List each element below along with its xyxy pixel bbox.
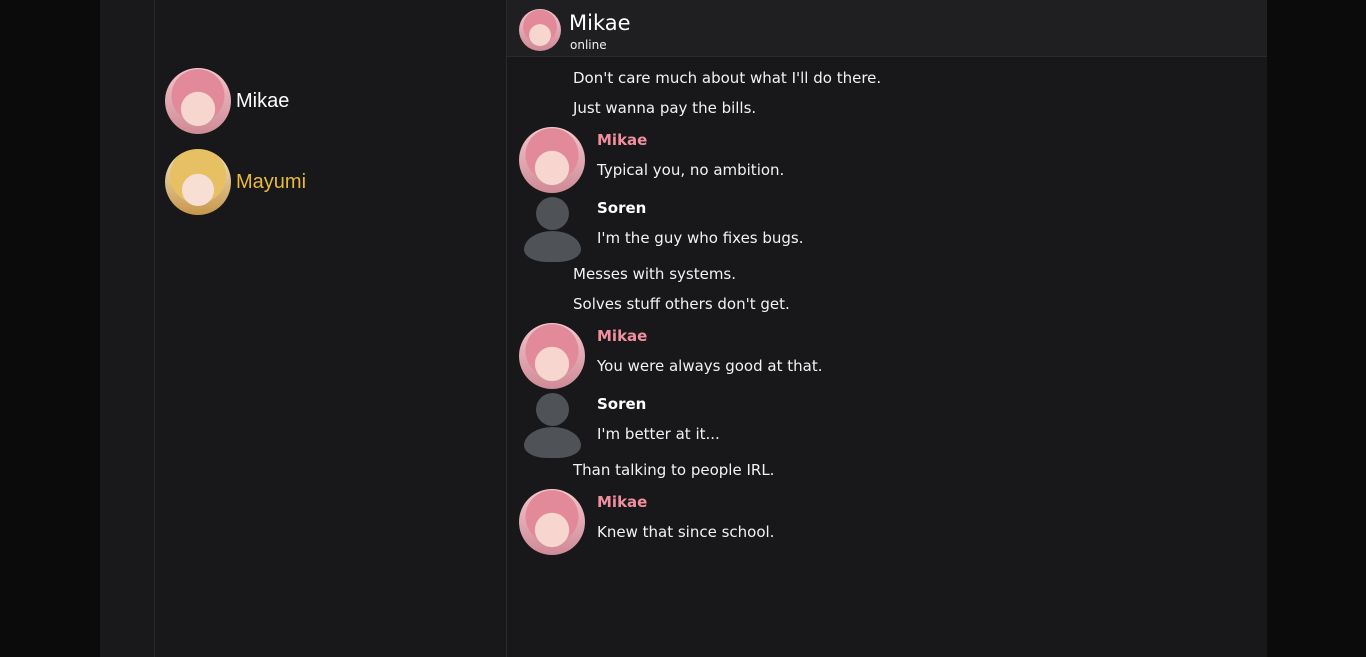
message-sender: Mikae bbox=[597, 493, 648, 511]
message-line: Knew that since school. bbox=[597, 523, 775, 541]
message-line: I'm better at it... bbox=[597, 425, 720, 443]
mikae-avatar[interactable] bbox=[519, 489, 585, 555]
message-line: Don't care much about what I'll do there… bbox=[573, 69, 882, 87]
contact-item-mayumi[interactable]: Mayumi bbox=[165, 148, 465, 216]
status-text: online bbox=[570, 38, 607, 52]
message-line: You were always good at that. bbox=[597, 357, 823, 375]
chat-panel: Mikae online Don't care much about what … bbox=[507, 0, 1267, 657]
contact-name: Mayumi bbox=[236, 170, 307, 193]
mikae-avatar[interactable] bbox=[519, 323, 585, 389]
mikae-avatar[interactable] bbox=[519, 9, 561, 51]
message-sender: Soren bbox=[597, 395, 647, 413]
soren-avatar-icon[interactable] bbox=[519, 391, 585, 458]
mayumi-avatar bbox=[165, 149, 231, 215]
contact-item-mikae[interactable]: Mikae bbox=[165, 67, 465, 135]
right-margin bbox=[1267, 0, 1366, 657]
chat-title: Mikae bbox=[569, 11, 631, 35]
chat-header: Mikae online bbox=[507, 0, 1267, 57]
message-line: Solves stuff others don't get. bbox=[573, 295, 790, 313]
message-sender: Soren bbox=[597, 199, 647, 217]
mikae-avatar bbox=[165, 68, 231, 134]
message-line: Messes with systems. bbox=[573, 265, 737, 283]
message-line: I'm the guy who fixes bugs. bbox=[597, 229, 804, 247]
message-line: Just wanna pay the bills. bbox=[573, 99, 757, 117]
message-line: Than talking to people IRL. bbox=[573, 461, 775, 479]
mikae-avatar[interactable] bbox=[519, 127, 585, 193]
left-rail bbox=[100, 0, 155, 657]
message-sender: Mikae bbox=[597, 131, 648, 149]
message-line: Typical you, no ambition. bbox=[597, 161, 785, 179]
contact-name: Mikae bbox=[236, 89, 290, 112]
message-sender: Mikae bbox=[597, 327, 648, 345]
contact-list: Mikae Mayumi bbox=[155, 0, 507, 657]
soren-avatar-icon[interactable] bbox=[519, 195, 585, 262]
